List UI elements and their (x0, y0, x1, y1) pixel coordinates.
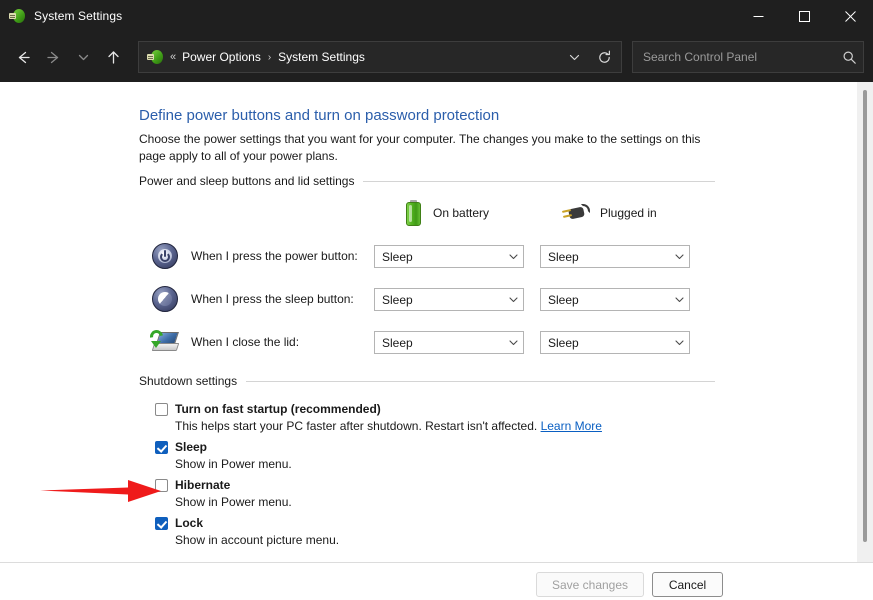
up-arrow-icon[interactable] (98, 42, 128, 72)
hibernate-checkbox[interactable] (155, 479, 168, 492)
address-bar[interactable]: « Power Options › System Settings (138, 41, 622, 73)
lock-checkbox[interactable] (155, 517, 168, 530)
setting-row-sleep-button: When I press the sleep button: (150, 282, 391, 316)
recent-locations-chevron-down-icon[interactable] (68, 42, 98, 72)
address-power-plug-icon (147, 49, 163, 65)
refresh-icon[interactable] (589, 43, 619, 71)
navigation-bar: « Power Options › System Settings (0, 32, 873, 82)
annotation-red-arrow (40, 480, 161, 502)
dropdown-power-button-on-battery[interactable]: Sleep (374, 245, 524, 268)
learn-more-link[interactable]: Learn More (541, 419, 602, 433)
power-plug-icon (9, 8, 25, 24)
forward-arrow-icon[interactable] (38, 42, 68, 72)
dropdown-value: Sleep (548, 249, 579, 264)
dropdown-close-lid-plugged-in[interactable]: Sleep (540, 331, 690, 354)
chevron-down-icon (669, 337, 689, 348)
title-bar: System Settings (0, 0, 873, 32)
dropdown-value: Sleep (548, 292, 579, 307)
breadcrumb-separator: › (267, 51, 272, 63)
address-chevron-down-icon[interactable] (559, 43, 589, 71)
plug-icon (561, 203, 590, 223)
fast-startup-checkbox[interactable] (155, 403, 168, 416)
laptop-lid-icon (147, 327, 180, 357)
breadcrumb-system-settings[interactable]: System Settings (278, 50, 365, 64)
sleep-checkbox[interactable] (155, 441, 168, 454)
back-arrow-icon[interactable] (8, 42, 38, 72)
maximize-icon[interactable] (781, 0, 827, 32)
close-icon[interactable] (827, 0, 873, 32)
shutdown-section-header: Shutdown settings (139, 374, 715, 388)
fast-startup-label[interactable]: Turn on fast startup (recommended) (175, 402, 381, 416)
option-hibernate: Hibernate Show in Power menu. (155, 478, 292, 509)
dropdown-value: Sleep (382, 249, 413, 264)
window-controls (735, 0, 873, 32)
breadcrumb-power-options[interactable]: Power Options (182, 50, 261, 64)
setting-row-close-lid: When I close the lid: (147, 325, 391, 359)
column-header-on-battery: On battery (405, 200, 489, 226)
dropdown-value: Sleep (382, 292, 413, 307)
chevron-down-icon (503, 251, 523, 262)
search-box[interactable] (632, 41, 864, 73)
lock-label[interactable]: Lock (175, 516, 203, 530)
dropdown-value: Sleep (548, 335, 579, 350)
option-fast-startup: Turn on fast startup (recommended) This … (155, 402, 602, 433)
fast-startup-description-text: This helps start your PC faster after sh… (175, 419, 538, 433)
page-description: Choose the power settings that you want … (139, 132, 701, 163)
system-settings-window: System Settings « Power Options › System… (0, 0, 873, 600)
page-title: Define power buttons and turn on passwor… (139, 107, 500, 124)
sleep-description: Show in Power menu. (175, 457, 292, 471)
lock-description: Show in account picture menu. (175, 533, 340, 547)
sleep-button-icon (150, 284, 180, 314)
section-divider (363, 180, 715, 182)
footer-bar: Save changes Cancel (0, 563, 873, 600)
minimize-icon[interactable] (735, 0, 781, 32)
column-label-plugged-in: Plugged in (600, 206, 657, 220)
vertical-scrollbar[interactable] (857, 82, 873, 562)
option-lock: Lock Show in account picture menu. (155, 516, 339, 547)
dropdown-value: Sleep (382, 335, 413, 350)
power-section-label: Power and sleep buttons and lid settings (139, 174, 355, 188)
shutdown-section-label: Shutdown settings (139, 374, 238, 388)
hibernate-label[interactable]: Hibernate (175, 478, 230, 492)
column-header-plugged-in: Plugged in (561, 203, 657, 223)
window-title: System Settings (34, 9, 123, 23)
chevron-down-icon (669, 251, 689, 262)
search-input[interactable] (643, 50, 842, 64)
fast-startup-description: This helps start your PC faster after sh… (175, 419, 602, 433)
setting-label-power-button: When I press the power button: (191, 249, 358, 263)
dropdown-close-lid-on-battery[interactable]: Sleep (374, 331, 524, 354)
setting-label-close-lid: When I close the lid: (191, 335, 300, 349)
option-sleep: Sleep Show in Power menu. (155, 440, 292, 471)
dropdown-sleep-button-on-battery[interactable]: Sleep (374, 288, 524, 311)
search-icon[interactable] (842, 50, 857, 65)
column-label-on-battery: On battery (433, 206, 490, 220)
power-section-header: Power and sleep buttons and lid settings (139, 174, 715, 188)
hibernate-description: Show in Power menu. (175, 495, 292, 509)
content-area: Define power buttons and turn on passwor… (0, 82, 873, 562)
breadcrumb-overflow[interactable]: « (170, 51, 176, 63)
section-divider (246, 380, 715, 382)
setting-label-sleep-button: When I press the sleep button: (191, 292, 354, 306)
dropdown-sleep-button-plugged-in[interactable]: Sleep (540, 288, 690, 311)
chevron-down-icon (503, 294, 523, 305)
scrollbar-thumb[interactable] (863, 90, 867, 542)
save-changes-button[interactable]: Save changes (536, 572, 644, 597)
battery-icon (405, 200, 423, 226)
chevron-down-icon (503, 337, 523, 348)
setting-row-power-button: When I press the power button: (150, 239, 391, 273)
sleep-label[interactable]: Sleep (175, 440, 207, 454)
dropdown-power-button-plugged-in[interactable]: Sleep (540, 245, 690, 268)
power-button-icon (150, 241, 180, 271)
chevron-down-icon (669, 294, 689, 305)
cancel-button[interactable]: Cancel (652, 572, 723, 597)
